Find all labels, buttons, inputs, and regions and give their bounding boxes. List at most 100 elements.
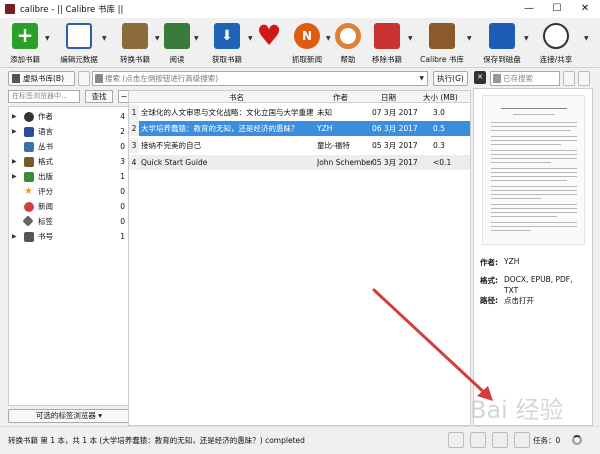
minimize-button[interactable]: — [515, 0, 543, 18]
delete-search-button[interactable] [578, 71, 590, 86]
search-bar: 虚拟书库(B) 搜索 (点击左侧按钮进行高级搜索) ▼ 执行(G) ✕ 已存搜索 [0, 70, 600, 88]
rating-icon: ★ [24, 186, 33, 197]
clear-search-icon[interactable]: ✕ [474, 71, 486, 84]
identifiers-icon [24, 232, 34, 242]
baidu-watermark: Bai 经验 [470, 396, 564, 424]
convert-books-icon [122, 23, 148, 49]
publisher-icon [24, 172, 34, 182]
saved-search-icon [493, 74, 501, 83]
save-to-disk-button[interactable]: 保存到磁盘 [482, 21, 522, 67]
expand-arrow-icon[interactable]: ▶ [12, 125, 17, 139]
tag-browser: 在标签浏览器中... 查找 − ▶ 作者 4 ▶ 语言 2 丛书 0 ▶ 格式 … [8, 88, 130, 426]
detail-author: 作者: YZH [480, 257, 520, 267]
saved-search-input[interactable]: 已存搜索 [490, 71, 560, 86]
lifebuoy-icon [335, 23, 361, 49]
book-list-header: 书名 作者 日期 大小 (MB) [129, 91, 470, 103]
grid-view-icon[interactable] [492, 432, 508, 448]
maximize-button[interactable]: ☐ [543, 0, 571, 18]
tree-item-tags[interactable]: 标签 0 [9, 215, 129, 229]
view-button[interactable]: 阅读 [163, 21, 191, 67]
tag-browser-tree: ▶ 作者 4 ▶ 语言 2 丛书 0 ▶ 格式 3 ▶ 出版 1 ★ 评分 0 … [8, 106, 130, 406]
network-icon [543, 23, 569, 49]
tree-item-formats[interactable]: ▶ 格式 3 [9, 155, 129, 169]
execute-search-button[interactable]: 执行(G) [433, 71, 468, 86]
save-search-button[interactable] [563, 71, 575, 86]
edit-metadata-icon [66, 23, 92, 49]
add-books-icon: + [12, 23, 38, 49]
column-header-author[interactable]: 作者 [333, 92, 348, 103]
title-bar: calibre - || Calibre 书库 || — ☐ ✕ [0, 0, 600, 18]
view-dropdown[interactable]: ▼ [194, 36, 200, 42]
tree-item-authors[interactable]: ▶ 作者 4 [9, 110, 129, 124]
books-icon [12, 74, 20, 83]
language-icon [24, 127, 34, 137]
tree-item-news[interactable]: 新闻 0 [9, 200, 129, 214]
calibre-app-icon [5, 4, 15, 14]
column-header-title[interactable]: 书名 [229, 92, 244, 103]
table-row[interactable]: 4 Quick Start Guide John Schember 05 3月 … [129, 155, 470, 170]
add-books-button[interactable]: + 添加书籍 [8, 21, 42, 67]
author-icon [24, 112, 34, 122]
column-header-size[interactable]: 大小 (MB) [423, 92, 458, 103]
tree-item-languages[interactable]: ▶ 语言 2 [9, 125, 129, 139]
get-books-icon: ⬇ [214, 23, 240, 49]
formats-icon [24, 157, 34, 167]
news-icon [24, 202, 34, 212]
layout-icon[interactable] [470, 432, 486, 448]
book-cover-image[interactable] [482, 95, 585, 245]
book-details-panel: 作者: YZH 格式: DOCX, EPUB, PDF, TXT 路径: 点击打… [473, 88, 593, 426]
tag-browser-find-button[interactable]: 查找 [85, 90, 113, 103]
search-input[interactable]: 搜索 (点击左侧按钮进行高级搜索) ▼ [92, 71, 428, 86]
table-row[interactable]: 3 接纳不完美的自己 童比-福特 05 3月 2017 0.3 [129, 138, 470, 153]
busy-spinner-icon [572, 435, 582, 445]
virtual-library-button[interactable]: 虚拟书库(B) [8, 71, 75, 86]
edit-metadata-dropdown[interactable]: ▼ [102, 36, 108, 42]
tree-item-identifiers[interactable]: ▶ 书号 1 [9, 230, 129, 244]
detail-path: 路径: 点击打开 [480, 296, 534, 305]
save-to-disk-icon [489, 23, 515, 49]
close-button[interactable]: ✕ [571, 0, 599, 18]
status-bar: 转换书籍 第 1 本，共 1 本 (大学培养蠢猿：教育的无知，还是经济的愚昧？)… [0, 426, 600, 454]
tags-icon [22, 215, 34, 227]
fetch-news-button[interactable]: N 抓取新闻 [290, 21, 324, 67]
view-book-icon [164, 23, 190, 49]
add-books-dropdown[interactable]: ▼ [45, 36, 51, 42]
calibre-library-button[interactable]: Calibre 书库 [420, 21, 464, 67]
edit-metadata-button[interactable]: 编辑元数据 [60, 21, 98, 67]
expand-arrow-icon[interactable]: ▶ [12, 170, 17, 184]
table-row-selected[interactable]: 2 大学培养蠢猿：教育的无知，还是经济的愚昧？ YZH 06 3月 2017 0… [129, 121, 470, 136]
bookshelf-icon[interactable] [514, 432, 530, 448]
column-header-date[interactable]: 日期 [381, 92, 396, 103]
remove-books-button[interactable]: 移除书籍 [370, 21, 404, 67]
tree-item-rating[interactable]: ★ 评分 0 [9, 185, 129, 199]
book-list-table: 书名 作者 日期 大小 (MB) 1 全球化的人文审思与文化战略：文化立国与大学… [128, 90, 471, 426]
get-books-button[interactable]: ⬇ 获取书籍 [210, 21, 244, 67]
heart-icon: ♥ [256, 19, 282, 52]
fetch-news-dropdown[interactable]: ▼ [326, 36, 332, 42]
convert-books-button[interactable]: 转换书籍 [118, 21, 152, 67]
table-row[interactable]: 1 全球化的人文审思与文化战略：文化立国与大学重建 未知 07 3月 2017 … [129, 105, 470, 120]
window-title: calibre - || Calibre 书库 || [20, 5, 124, 15]
expand-arrow-icon[interactable]: ▶ [12, 155, 17, 169]
sort-button[interactable] [78, 71, 90, 86]
tree-item-publisher[interactable]: ▶ 出版 1 [9, 170, 129, 184]
remove-books-dropdown[interactable]: ▼ [408, 36, 414, 42]
tag-icon[interactable] [448, 432, 464, 448]
main-toolbar: + 添加书籍 ▼ 编辑元数据 ▼ 转换书籍 ▼ 阅读 ▼ ⬇ 获取书籍 ▼ ♥ … [0, 18, 600, 68]
search-icon [95, 74, 103, 83]
alternate-tag-browser-button[interactable]: 可选的标签浏览器 ▾ [8, 409, 130, 423]
trash-icon [374, 23, 400, 49]
save-to-disk-dropdown[interactable]: ▼ [524, 36, 530, 42]
convert-books-dropdown[interactable]: ▼ [155, 36, 161, 42]
help-button[interactable]: 帮助 [334, 21, 362, 67]
series-icon [24, 142, 34, 152]
connect-share-button[interactable]: 连接/共享 [538, 21, 574, 67]
tree-item-series[interactable]: 丛书 0 [9, 140, 129, 154]
calibre-library-dropdown[interactable]: ▼ [467, 36, 473, 42]
jobs-counter[interactable]: 任务：0 [533, 435, 560, 446]
tag-browser-search-input[interactable]: 在标签浏览器中... [8, 90, 80, 103]
connect-share-dropdown[interactable]: ▼ [584, 36, 590, 42]
chevron-down-icon[interactable]: ▼ [419, 72, 424, 85]
expand-arrow-icon[interactable]: ▶ [12, 110, 17, 124]
expand-arrow-icon[interactable]: ▶ [12, 230, 17, 244]
